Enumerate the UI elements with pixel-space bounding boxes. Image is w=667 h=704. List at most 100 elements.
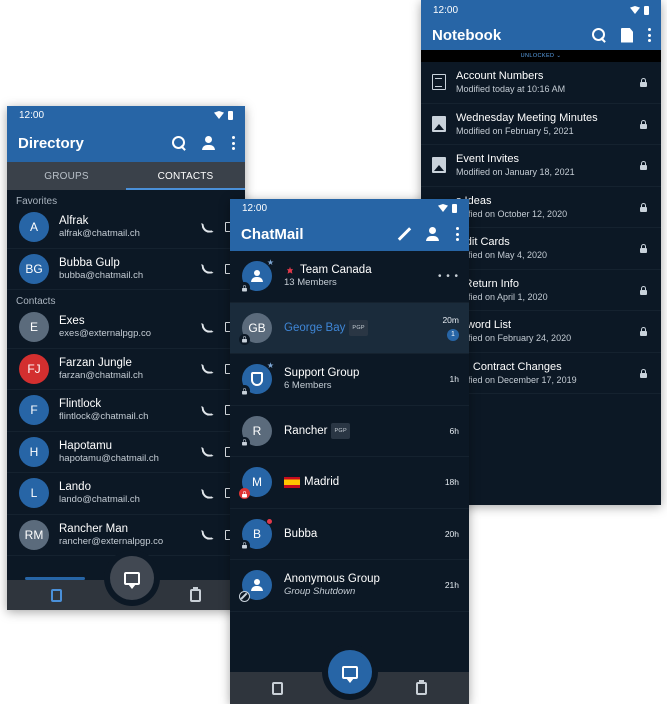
search-icon[interactable] (591, 27, 607, 43)
avatar[interactable]: BG (19, 253, 49, 284)
note-row[interactable]: Event Invites Modified on January 18, 202… (421, 145, 661, 187)
chat-row[interactable]: ★ Team Canada 13 Members • • • (230, 251, 469, 303)
chat-name: Madrid (304, 476, 340, 489)
compose-icon[interactable] (397, 227, 411, 241)
new-note-icon[interactable] (621, 27, 633, 43)
shield-icon (251, 372, 263, 387)
contact-row[interactable]: H Hapotamu hapotamu@chatmail.ch (7, 432, 245, 473)
contact-row[interactable]: E Exes exes@externalpgp.co (7, 307, 245, 349)
phone-icon[interactable] (201, 362, 214, 375)
chat-row[interactable]: GB George Bay PGP 20m 1 (230, 302, 469, 354)
chatmail-screen: 12:00 ChatMail ★ Team Canada 13 Members • •… (230, 199, 469, 704)
avatar[interactable]: RM (19, 519, 49, 550)
lock-icon (242, 284, 247, 292)
avatar[interactable]: A (19, 212, 49, 243)
note-title: x Return Info (456, 277, 519, 290)
directory-nav-icon[interactable] (272, 681, 283, 695)
page-title: Notebook (432, 26, 502, 44)
chat-row[interactable]: ★ Support Group 6 Members 1h (230, 354, 469, 406)
avatar[interactable]: L (19, 478, 49, 509)
contact-email: exes@externalpgp.co (59, 328, 152, 340)
phone-icon[interactable] (201, 321, 214, 334)
avatar[interactable]: GB (239, 312, 272, 345)
lock-state-bar[interactable]: UNLOCKED ⌄ (421, 50, 661, 62)
notebook-nav-icon[interactable] (190, 586, 201, 602)
chat-row[interactable]: R Rancher PGP 6h (230, 406, 469, 457)
lock-icon (640, 368, 647, 378)
notebook-nav-icon[interactable] (416, 679, 427, 695)
chat-text: Bubba (284, 527, 445, 541)
contacts-icon[interactable] (425, 226, 441, 242)
avatar[interactable]: H (19, 436, 49, 467)
chat-text: Anonymous Group Group Shutdown (284, 572, 445, 598)
avatar[interactable]: ★ (239, 258, 274, 294)
chatmail-fab-button[interactable] (110, 556, 154, 600)
lock-state-label: UNLOCKED (520, 53, 555, 59)
phone-icon[interactable] (201, 262, 214, 275)
unread-badge: 1 (447, 328, 459, 341)
chat-text: George Bay PGP (284, 319, 442, 336)
contacts-section-label: Contacts (16, 296, 56, 307)
contact-row[interactable]: A Alfrak alfrak@chatmail.ch (7, 207, 245, 249)
star-icon: ★ (266, 258, 274, 268)
chat-row[interactable]: Anonymous Group Group Shutdown 21h (230, 560, 469, 612)
chat-row[interactable]: M Madrid 18h (230, 457, 469, 509)
avatar[interactable]: F (19, 395, 49, 426)
chat-name: Rancher (284, 424, 328, 437)
more-vert-icon[interactable] (455, 227, 459, 241)
contact-row[interactable]: F Flintlock flintlock@chatmail.ch (7, 390, 245, 432)
contact-row[interactable]: L Lando lando@chatmail.ch (7, 473, 245, 515)
chat-row[interactable]: B Bubba 20h (230, 509, 469, 560)
chatmail-fab-button[interactable] (328, 650, 372, 694)
avatar[interactable]: B (239, 517, 273, 551)
battery-icon (228, 110, 233, 120)
contact-text: Exes exes@externalpgp.co (59, 314, 202, 340)
contact-row[interactable]: BG Bubba Gulp bubba@chatmail.ch (7, 249, 245, 290)
favorites-section-label: Favorites (16, 196, 58, 207)
app-bar: Directory (7, 124, 245, 162)
phone-icon[interactable] (201, 445, 214, 458)
avatar[interactable] (239, 570, 272, 603)
note-modified: Modified today at 10:16 AM (456, 84, 566, 95)
phone-icon[interactable] (201, 221, 214, 234)
note-row[interactable]: Wednesday Meeting Minutes Modified on Feb… (421, 104, 661, 145)
phone-icon[interactable] (201, 528, 214, 541)
more-vert-icon[interactable] (231, 136, 235, 150)
chat-name-line: Support Group (284, 366, 450, 380)
contact-text: Farzan Jungle farzan@chatmail.ch (59, 356, 202, 382)
avatar[interactable]: R (239, 415, 272, 448)
tab-contacts[interactable]: CONTACTS (126, 162, 245, 190)
lock-badge (239, 385, 250, 397)
chat-icon (342, 665, 358, 683)
favorites-list: A Alfrak alfrak@chatmail.ch BG Bubba Gulp bub… (7, 207, 245, 290)
avatar[interactable]: FJ (19, 353, 49, 384)
note-text: Account Numbers Modified today at 10:16 A… (456, 69, 640, 95)
chat-text: Team Canada 13 Members (284, 263, 438, 289)
note-row[interactable]: Account Numbers Modified today at 10:16 A… (421, 62, 661, 104)
battery-icon (644, 5, 649, 15)
phone-icon[interactable] (201, 404, 214, 417)
chat-name: Bubba (284, 527, 318, 540)
tab-groups[interactable]: GROUPS (7, 162, 126, 190)
avatar[interactable]: M (239, 467, 272, 500)
status-bar: 12:00 (230, 199, 469, 217)
avatar[interactable]: E (19, 312, 49, 343)
more-vert-icon[interactable] (647, 28, 651, 42)
directory-nav-icon[interactable] (51, 588, 62, 602)
contact-email: bubba@chatmail.ch (59, 269, 144, 281)
add-contact-icon[interactable] (201, 135, 217, 151)
chevron-down-icon: ⌄ (556, 53, 562, 59)
avatar[interactable]: ★ (239, 361, 274, 397)
lock-badge (239, 488, 250, 500)
chat-time: 1h (449, 374, 459, 385)
note-text: Wednesday Meeting Minutes Modified on Feb… (456, 111, 640, 137)
lock-badge (239, 539, 250, 551)
contact-text: Bubba Gulp bubba@chatmail.ch (59, 256, 202, 282)
contact-email: hapotamu@chatmail.ch (59, 452, 159, 464)
more-horiz-icon[interactable]: • • • (438, 271, 459, 282)
phone-icon[interactable] (201, 487, 214, 500)
note-title: Wednesday Meeting Minutes (456, 111, 598, 124)
canada-flag-icon (284, 266, 296, 275)
search-icon[interactable] (171, 135, 187, 151)
contact-row[interactable]: FJ Farzan Jungle farzan@chatmail.ch (7, 349, 245, 390)
